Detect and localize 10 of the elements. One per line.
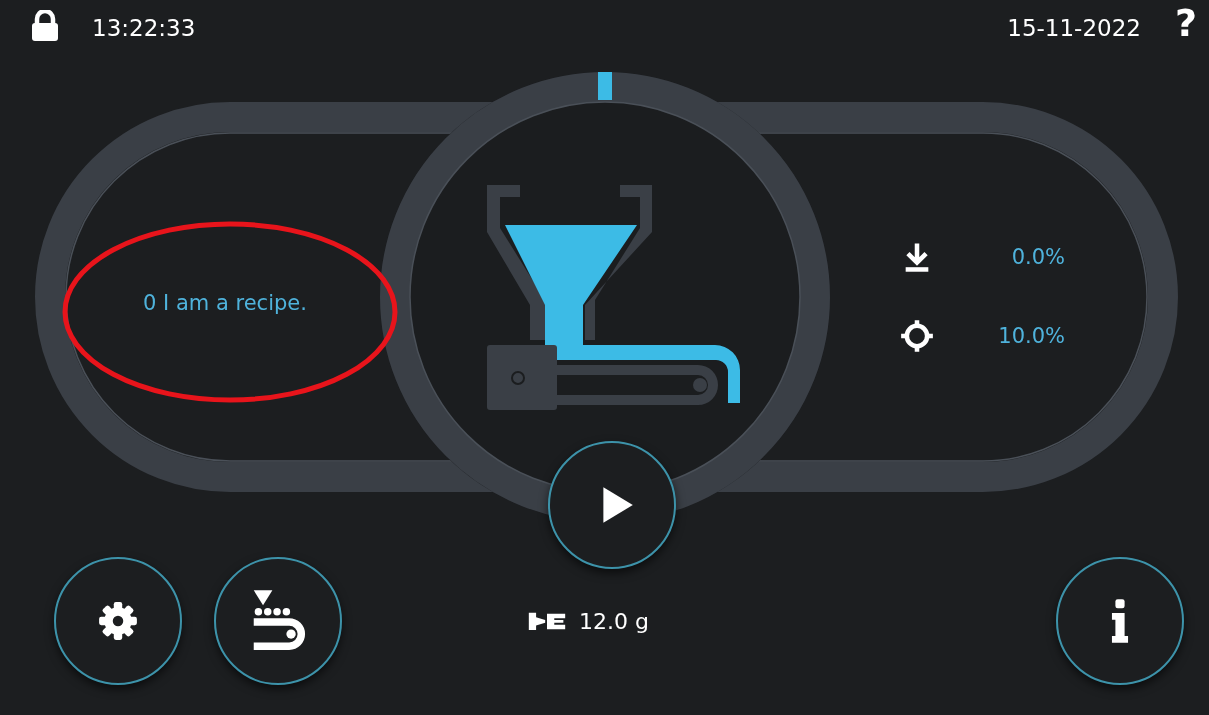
help-button[interactable]: ? xyxy=(1170,0,1201,45)
nozzle-icon xyxy=(527,610,567,632)
crosshair-icon xyxy=(900,319,934,353)
recipe-name: 0 I am a recipe. xyxy=(143,290,307,315)
clock-time: 13:22:33 xyxy=(92,14,196,41)
weight-value: 12.0 g xyxy=(579,608,649,634)
stat-value: 10.0% xyxy=(998,324,1065,348)
stat-value: 0.0% xyxy=(1011,245,1065,269)
gear-icon xyxy=(97,600,139,642)
date-text: 15-11-2022 xyxy=(1007,14,1141,41)
